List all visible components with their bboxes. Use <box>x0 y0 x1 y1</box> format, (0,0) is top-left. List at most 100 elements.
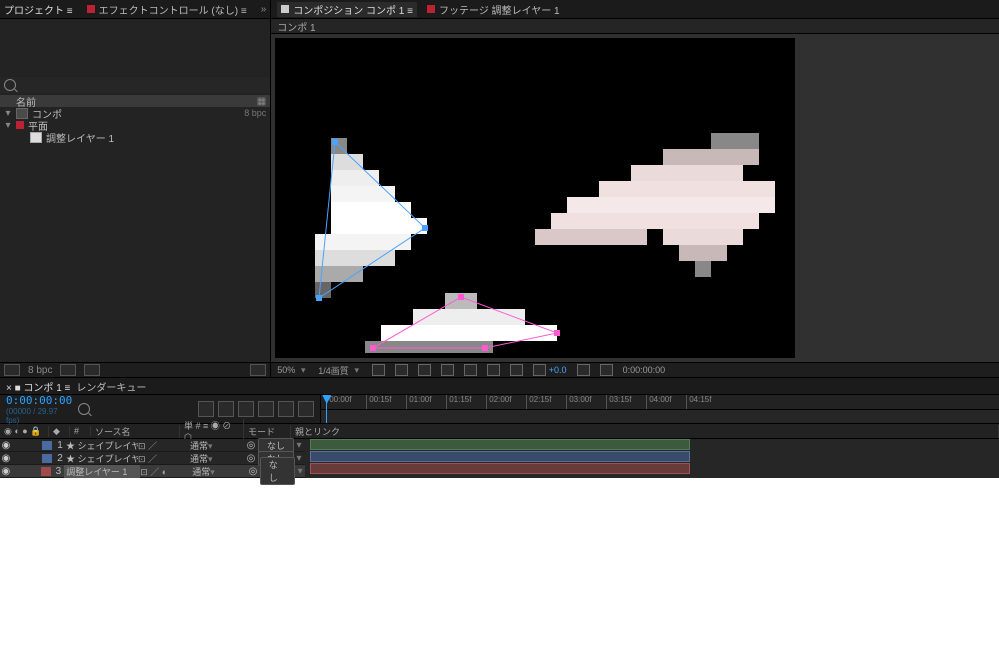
shape-bottom-triangle[interactable] <box>365 293 565 353</box>
new-comp-button[interactable] <box>84 364 100 376</box>
ruler-tick: 02:00f <box>486 395 511 409</box>
col-source[interactable]: ソース名 <box>91 425 180 438</box>
project-preview-area <box>0 19 270 77</box>
ruler-tick: 03:00f <box>566 395 591 409</box>
draft3d-button[interactable] <box>218 401 234 417</box>
chevron-down-icon: ▾ <box>295 466 305 477</box>
preview-time[interactable]: 0:00:00:00 <box>623 365 666 375</box>
overflow-icon[interactable]: » <box>261 4 267 15</box>
tree-item-solids[interactable]: ▾ 平面 <box>0 119 270 131</box>
blend-mode-dropdown[interactable]: 通常▾ <box>188 439 244 452</box>
layer-switches[interactable]: ⊡ ／ ◐ <box>140 465 190 478</box>
timeline-header: 0:00:00:00 (00000 / 29.97 fps) <box>0 395 999 424</box>
timeline-search-input[interactable] <box>98 401 192 418</box>
layer-bar[interactable] <box>310 463 690 474</box>
timeline-tab-renderqueue[interactable]: レンダーキュー <box>76 379 146 394</box>
resolution-dropdown[interactable]: 1/4画質▾ <box>318 364 362 377</box>
label-swatch[interactable] <box>41 467 51 476</box>
twirl-icon[interactable]: ▾ <box>4 108 12 119</box>
tree-item-adjustment[interactable]: 調整レイヤー 1 <box>0 131 270 143</box>
comp-flowchart-button[interactable] <box>198 401 214 417</box>
viewer-footer: 50%▾ 1/4画質▾ +0.0 0:00:00:00 <box>271 362 999 377</box>
label-swatch[interactable] <box>42 441 52 450</box>
ruler-tick: 01:00f <box>406 395 431 409</box>
project-tree: 名前 ▦ ▾ コンポ 8 bpc ▾ 平面 <box>0 93 270 362</box>
effect-controls-tab[interactable]: エフェクトコントロール (なし) ≡ <box>87 2 247 17</box>
layer-bar[interactable] <box>310 439 690 450</box>
comp-icon <box>281 5 289 13</box>
col-mode[interactable]: モード <box>244 425 291 438</box>
timeline-tools <box>198 401 314 417</box>
pickwhip-icon[interactable]: ◎ <box>244 440 258 451</box>
twirl-icon[interactable]: ▾ <box>4 120 12 131</box>
layer-name[interactable]: ★ シェイプレイヤー 1 <box>66 452 138 465</box>
shape-right-bird[interactable] <box>535 133 775 283</box>
pickwhip-icon[interactable]: ◎ <box>244 453 258 464</box>
guides-button[interactable] <box>487 364 500 376</box>
layer-name[interactable]: 調整レイヤー 1 <box>64 465 140 478</box>
layers-timeline[interactable] <box>305 439 999 478</box>
timeline-search <box>78 401 192 418</box>
tree-item-label: 調整レイヤー 1 <box>46 130 114 145</box>
tree-meta-icon[interactable]: ▦ <box>257 96 266 107</box>
composition-canvas[interactable] <box>275 38 795 358</box>
show-snapshot-button[interactable] <box>600 364 613 376</box>
project-tab[interactable]: プロジェクト ≡ <box>4 2 73 17</box>
timecode-display[interactable]: 0:00:00:00 (00000 / 29.97 fps) <box>6 394 72 425</box>
fast-preview-button[interactable] <box>372 364 385 376</box>
motion-blur-button[interactable] <box>278 401 294 417</box>
viewer-tab-footage[interactable]: フッテージ 調整レイヤー 1 <box>423 2 564 17</box>
grid-button[interactable] <box>464 364 477 376</box>
tab-dot-icon <box>87 5 95 13</box>
zoom-dropdown[interactable]: 50%▾ <box>277 365 308 376</box>
viewer-panel: コンポジション コンポ 1 ≡ フッテージ 調整レイヤー 1 コンポ 1 <box>271 0 999 377</box>
visibility-toggle[interactable]: ◉ <box>0 453 12 464</box>
parent-dropdown[interactable]: なし <box>260 457 296 485</box>
current-time-indicator[interactable] <box>326 395 327 423</box>
visibility-toggle[interactable]: ◉ <box>0 440 12 451</box>
blend-mode-dropdown[interactable]: 通常▾ <box>188 452 244 465</box>
ruler-tick: 04:00f <box>646 395 671 409</box>
chevron-down-icon: ▾ <box>294 453 304 464</box>
transparency-grid-button[interactable] <box>395 364 408 376</box>
layer-number: 1 <box>54 440 66 451</box>
viewer-breadcrumb[interactable]: コンポ 1 <box>271 19 999 34</box>
visibility-toggle[interactable]: ◉ <box>0 466 12 477</box>
label-swatch[interactable] <box>42 454 52 463</box>
col-parent[interactable]: 親とリンク <box>291 425 999 438</box>
timeline-ruler-area[interactable]: 00:00f 00:15f 01:00f 01:15f 02:00f 02:15… <box>321 395 999 423</box>
layer-switches[interactable]: ⊡ ／ <box>138 439 188 452</box>
new-folder-button[interactable] <box>60 364 76 376</box>
interpret-footage-button[interactable] <box>4 364 20 376</box>
exposure-control[interactable]: +0.0 <box>533 364 567 376</box>
layer-switches[interactable]: ⊡ ／ <box>138 452 188 465</box>
hide-shy-button[interactable] <box>238 401 254 417</box>
viewer-tabs: コンポジション コンポ 1 ≡ フッテージ 調整レイヤー 1 <box>271 0 999 19</box>
mask-toggle-button[interactable] <box>418 364 431 376</box>
col-av[interactable]: ◉ ◐ ● 🔒 <box>0 426 49 437</box>
shape-left-triangle[interactable] <box>315 138 435 308</box>
layer-number: 3 <box>53 466 65 477</box>
layer-bar[interactable] <box>310 451 690 462</box>
time-ruler[interactable]: 00:00f 00:15f 01:00f 01:15f 02:00f 02:15… <box>321 395 999 410</box>
pickwhip-icon[interactable]: ◎ <box>246 466 260 477</box>
frame-blend-button[interactable] <box>258 401 274 417</box>
timecode-value: 0:00:00:00 <box>6 394 72 407</box>
after-effects-app: プロジェクト ≡ エフェクトコントロール (なし) ≡ » 名前 ▦ ▾ <box>0 0 999 455</box>
snapshot-button[interactable] <box>577 364 590 376</box>
viewer-tab-comp[interactable]: コンポジション コンポ 1 ≡ <box>277 2 417 17</box>
graph-editor-button[interactable] <box>298 401 314 417</box>
channel-button[interactable] <box>510 364 523 376</box>
blend-mode-dropdown[interactable]: 通常▾ <box>190 465 246 478</box>
roi-button[interactable] <box>441 364 454 376</box>
timeline-tab-comp[interactable]: × ■ コンポ 1 ≡ <box>6 379 70 394</box>
col-num[interactable]: # <box>70 426 91 436</box>
search-icon <box>78 403 90 415</box>
layer-row[interactable]: ◉ 3 調整レイヤー 1 ⊡ ／ ◐ 通常▾ ◎ なし▾ <box>0 465 305 478</box>
bpc-button[interactable]: 8 bpc <box>28 365 52 376</box>
layer-name[interactable]: ★ シェイプレイヤー 2 <box>66 439 138 452</box>
ruler-tick: 04:15f <box>686 395 711 409</box>
trash-button[interactable] <box>250 364 266 376</box>
project-search-input[interactable] <box>20 79 266 92</box>
col-label[interactable]: ◆ <box>49 426 70 437</box>
